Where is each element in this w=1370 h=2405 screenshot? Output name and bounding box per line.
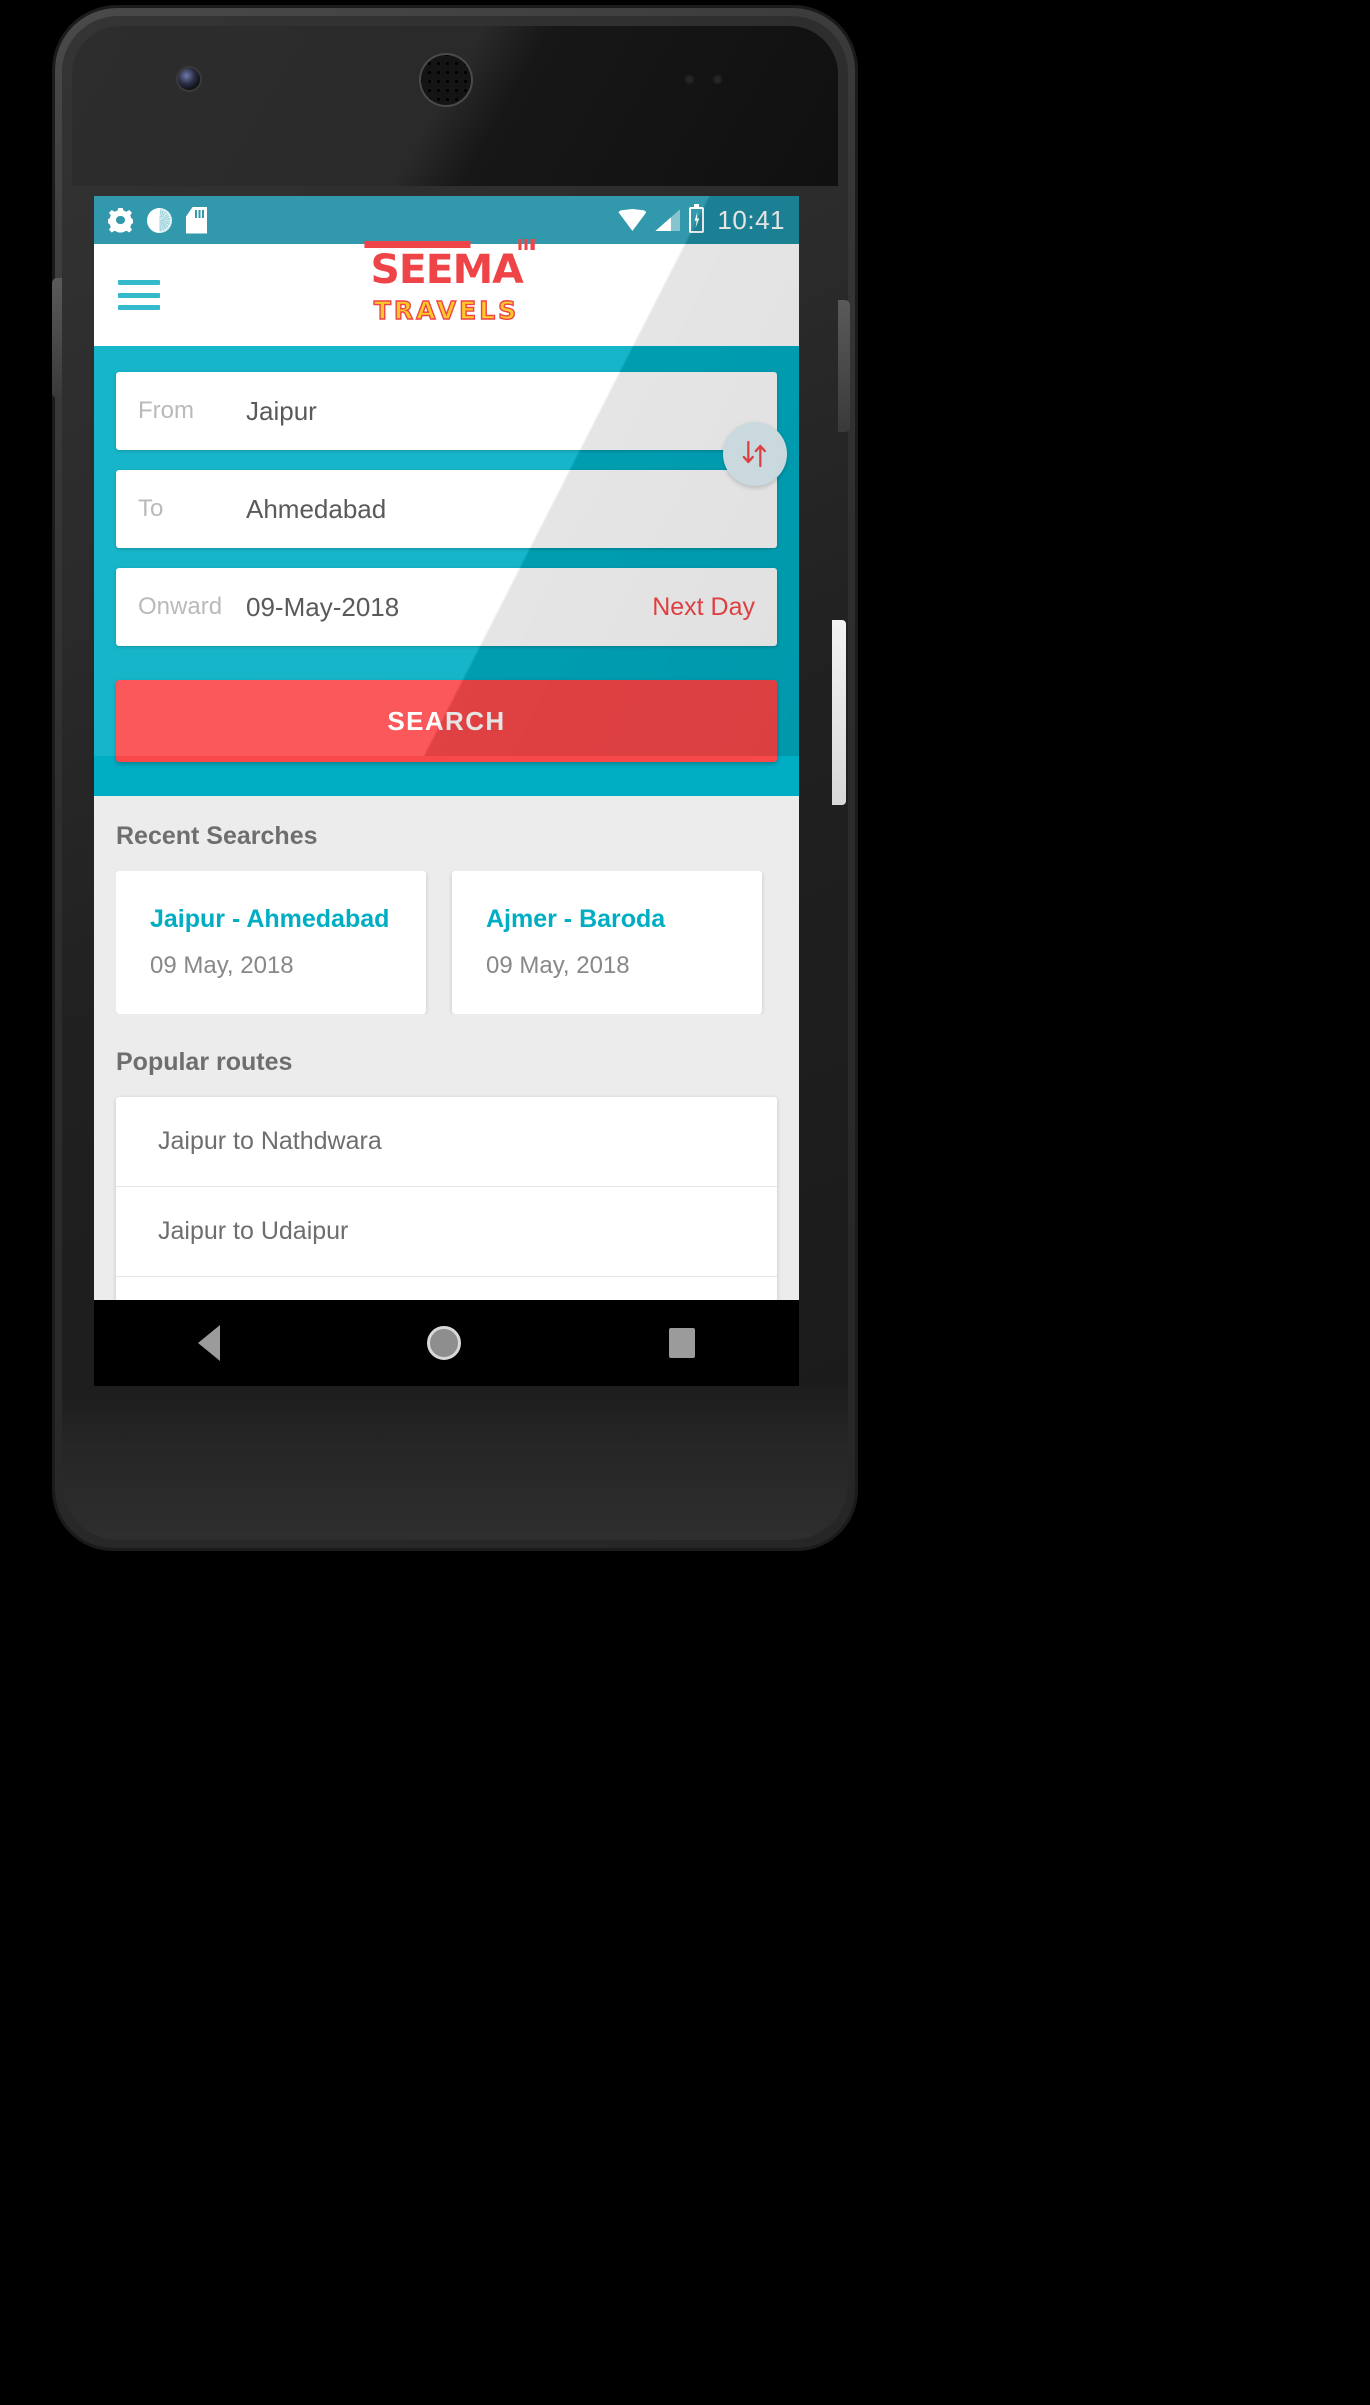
next-day-button[interactable]: Next Day <box>652 593 755 622</box>
onward-value: 09-May-2018 <box>246 591 400 622</box>
app-bar: SEEMA TRAVELS <box>94 239 799 346</box>
search-button[interactable]: SEARCH <box>116 680 777 762</box>
back-triangle-icon[interactable] <box>197 1325 220 1361</box>
recent-search-route: Jaipur - Ahmedabad <box>150 905 390 933</box>
status-bar-right-icons: 10:41 <box>618 204 785 236</box>
recents-square-icon[interactable] <box>669 1328 696 1358</box>
recent-searches-list: Jaipur - Ahmedabad 09 May, 2018 Ajmer - … <box>116 871 777 1014</box>
popular-route-item[interactable]: Jaipur to Udaipur <box>116 1187 777 1277</box>
hamburger-menu-icon[interactable] <box>118 280 160 310</box>
logo-primary-text: SEEMA <box>364 239 535 293</box>
recent-search-card[interactable]: Ajmer - Baroda 09 May, 2018 <box>452 871 762 1014</box>
status-bar: 10:41 <box>94 196 799 244</box>
sd-card-icon <box>186 206 207 234</box>
recent-search-date: 09 May, 2018 <box>486 952 630 979</box>
proximity-sensor-icon <box>684 74 695 85</box>
from-value: Jaipur <box>246 395 317 426</box>
earpiece-speaker-icon <box>421 55 471 105</box>
power-button[interactable] <box>838 300 850 432</box>
recent-search-date: 09 May, 2018 <box>150 952 294 979</box>
status-bar-left-icons <box>108 206 207 234</box>
logo-secondary-label: TRAVELS <box>373 295 520 325</box>
recent-search-route: Ajmer - Baroda <box>486 905 666 933</box>
chakra-sync-icon <box>147 207 172 233</box>
status-bar-clock: 10:41 <box>717 204 785 235</box>
home-circle-icon[interactable] <box>427 1326 462 1360</box>
logo-primary-label: SEEMA <box>370 247 523 293</box>
swap-vertical-arrows-icon <box>742 440 766 468</box>
wifi-icon <box>618 209 647 231</box>
recent-search-card[interactable]: Jaipur - Ahmedabad 09 May, 2018 <box>116 871 426 1014</box>
popular-routes-title: Popular routes <box>116 1048 293 1076</box>
battery-charging-icon <box>689 204 705 233</box>
to-field[interactable]: To Ahmedabad <box>116 422 787 548</box>
android-nav-bar <box>94 1300 799 1386</box>
from-field[interactable]: From Jaipur <box>116 372 777 450</box>
search-panel: From Jaipur To Ahmedabad Onward 09-May-2… <box>94 346 799 796</box>
app-logo: SEEMA TRAVELS <box>94 239 799 326</box>
popular-route-item[interactable]: Jaipur to Nathdwara <box>116 1097 777 1187</box>
signal-icon <box>655 209 680 231</box>
phone-glass-top <box>72 26 838 186</box>
to-value: Ahmedabad <box>246 493 387 524</box>
screenshot-root: 10:41 SEEMA TRAVELS From Jaipur To Ahmed… <box>0 0 1370 2405</box>
volume-button[interactable] <box>52 278 62 398</box>
light-sensor-icon <box>712 74 723 85</box>
phone-chin <box>62 1386 848 1540</box>
front-camera-icon <box>178 68 200 90</box>
onward-label: Onward <box>138 593 223 620</box>
content-area: Recent Searches Jaipur - Ahmedabad 09 Ma… <box>94 796 799 1367</box>
gear-icon <box>108 208 133 233</box>
phone-screen: 10:41 SEEMA TRAVELS From Jaipur To Ahmed… <box>94 196 799 1386</box>
side-button-secondary[interactable] <box>832 620 846 805</box>
onward-date-field[interactable]: Onward 09-May-2018 Next Day <box>116 568 777 646</box>
recent-searches-title: Recent Searches <box>116 822 318 850</box>
from-label: From <box>138 397 194 424</box>
to-label: To <box>138 495 164 522</box>
swap-locations-button[interactable] <box>723 422 787 486</box>
